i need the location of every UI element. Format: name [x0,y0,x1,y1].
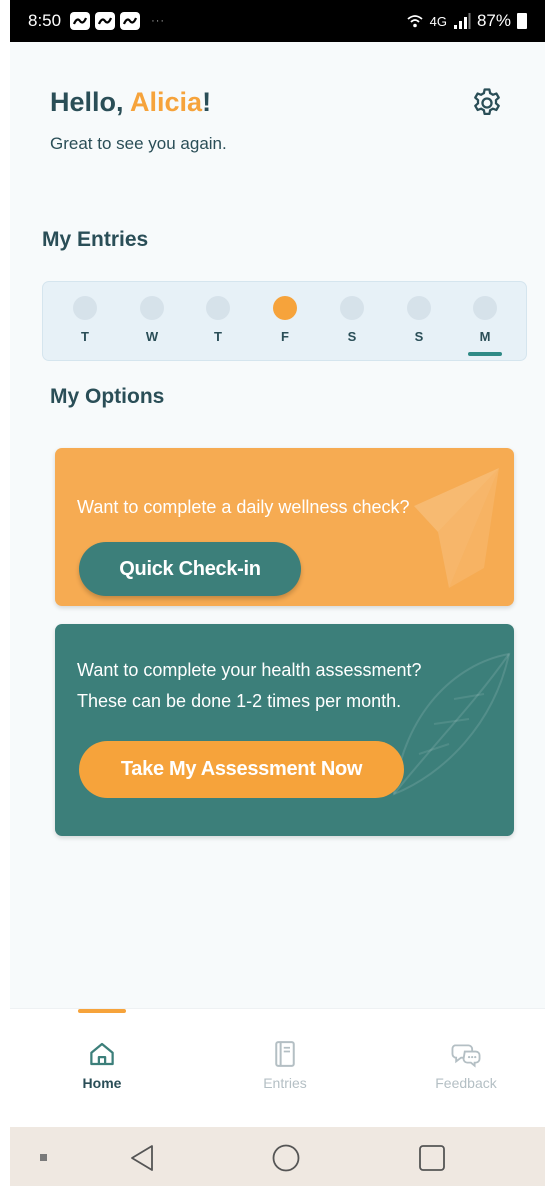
day-entry[interactable]: T [198,296,238,344]
home-circle-icon[interactable] [271,1143,301,1173]
bottom-navigation: Home Entries Feedback [10,1008,545,1127]
entry-dot [73,296,97,320]
greeting: Hello, Alicia! [50,87,211,118]
notification-icon [95,12,116,30]
assessment-prompt-line2: These can be done 1-2 times per month. [77,691,402,711]
system-navigation-bar [10,1127,545,1186]
notification-icon [70,12,91,30]
greeting-subtitle: Great to see you again. [50,134,227,153]
day-entry-today[interactable]: M [465,296,505,356]
assessment-prompt: Want to complete your health assessment?… [77,655,422,717]
nav-feedback[interactable]: Feedback [411,1039,521,1091]
checkin-card: Want to complete a daily wellness check?… [55,448,514,606]
clock: 8:50 [28,11,62,30]
my-entries-title: My Entries [42,228,149,251]
day-entry[interactable]: W [132,296,172,344]
nav-home-label: Home [82,1075,122,1091]
battery-level: 87% [476,11,511,30]
paper-plane-icon [414,468,499,588]
signal-icon [453,13,471,29]
day-label: S [414,329,424,344]
nav-home[interactable]: Home [47,1039,157,1091]
nav-entries-label: Entries [263,1075,307,1091]
battery-icon [517,13,527,29]
system-menu-icon[interactable] [40,1154,47,1161]
user-name: Alicia [130,87,203,117]
settings-gear-icon[interactable] [470,86,504,120]
back-icon[interactable] [128,1143,156,1173]
home-icon [90,1042,114,1066]
entry-dot-filled [273,296,297,320]
nav-entries[interactable]: Entries [230,1039,340,1091]
day-entry[interactable]: S [332,296,372,344]
home-screen: Hello, Alicia! Great to see you again. M… [10,42,545,1127]
checkin-prompt: Want to complete a daily wellness check? [77,497,410,517]
entry-dot [407,296,431,320]
entry-dot [473,296,497,320]
day-entry[interactable]: T [65,296,105,344]
current-day-indicator [468,352,502,356]
quick-checkin-button[interactable]: Quick Check-in [79,542,301,596]
day-label: M [479,329,491,344]
network-type: 4G [429,13,447,29]
day-entry[interactable]: F [265,296,305,344]
week-entries-strip: T W T F S S M [42,281,527,361]
day-entry[interactable]: S [399,296,439,344]
recents-icon[interactable] [418,1144,446,1172]
entry-dot [206,296,230,320]
day-label: S [347,329,357,344]
nav-feedback-label: Feedback [435,1075,497,1091]
my-options-title: My Options [50,385,165,408]
active-tab-indicator [78,1009,126,1013]
take-assessment-button[interactable]: Take My Assessment Now [79,741,404,798]
chat-bubbles-icon [451,1044,481,1068]
entry-dot [140,296,164,320]
greeting-suffix: ! [202,87,212,117]
status-bar: 8:50 ··· 4G 87% [10,0,545,42]
entry-dot [340,296,364,320]
wifi-calling-icon [407,15,423,28]
greeting-prefix: Hello, [50,87,131,117]
assessment-prompt-line1: Want to complete your health assessment? [77,660,422,680]
day-label: F [281,329,289,344]
notebook-icon [275,1041,295,1067]
assessment-card: Want to complete your health assessment?… [55,624,514,836]
day-label: T [81,329,89,344]
day-label: W [145,329,159,344]
day-label: T [214,329,222,344]
notification-icon [120,12,141,30]
more-notifications-icon: ··· [151,15,166,27]
